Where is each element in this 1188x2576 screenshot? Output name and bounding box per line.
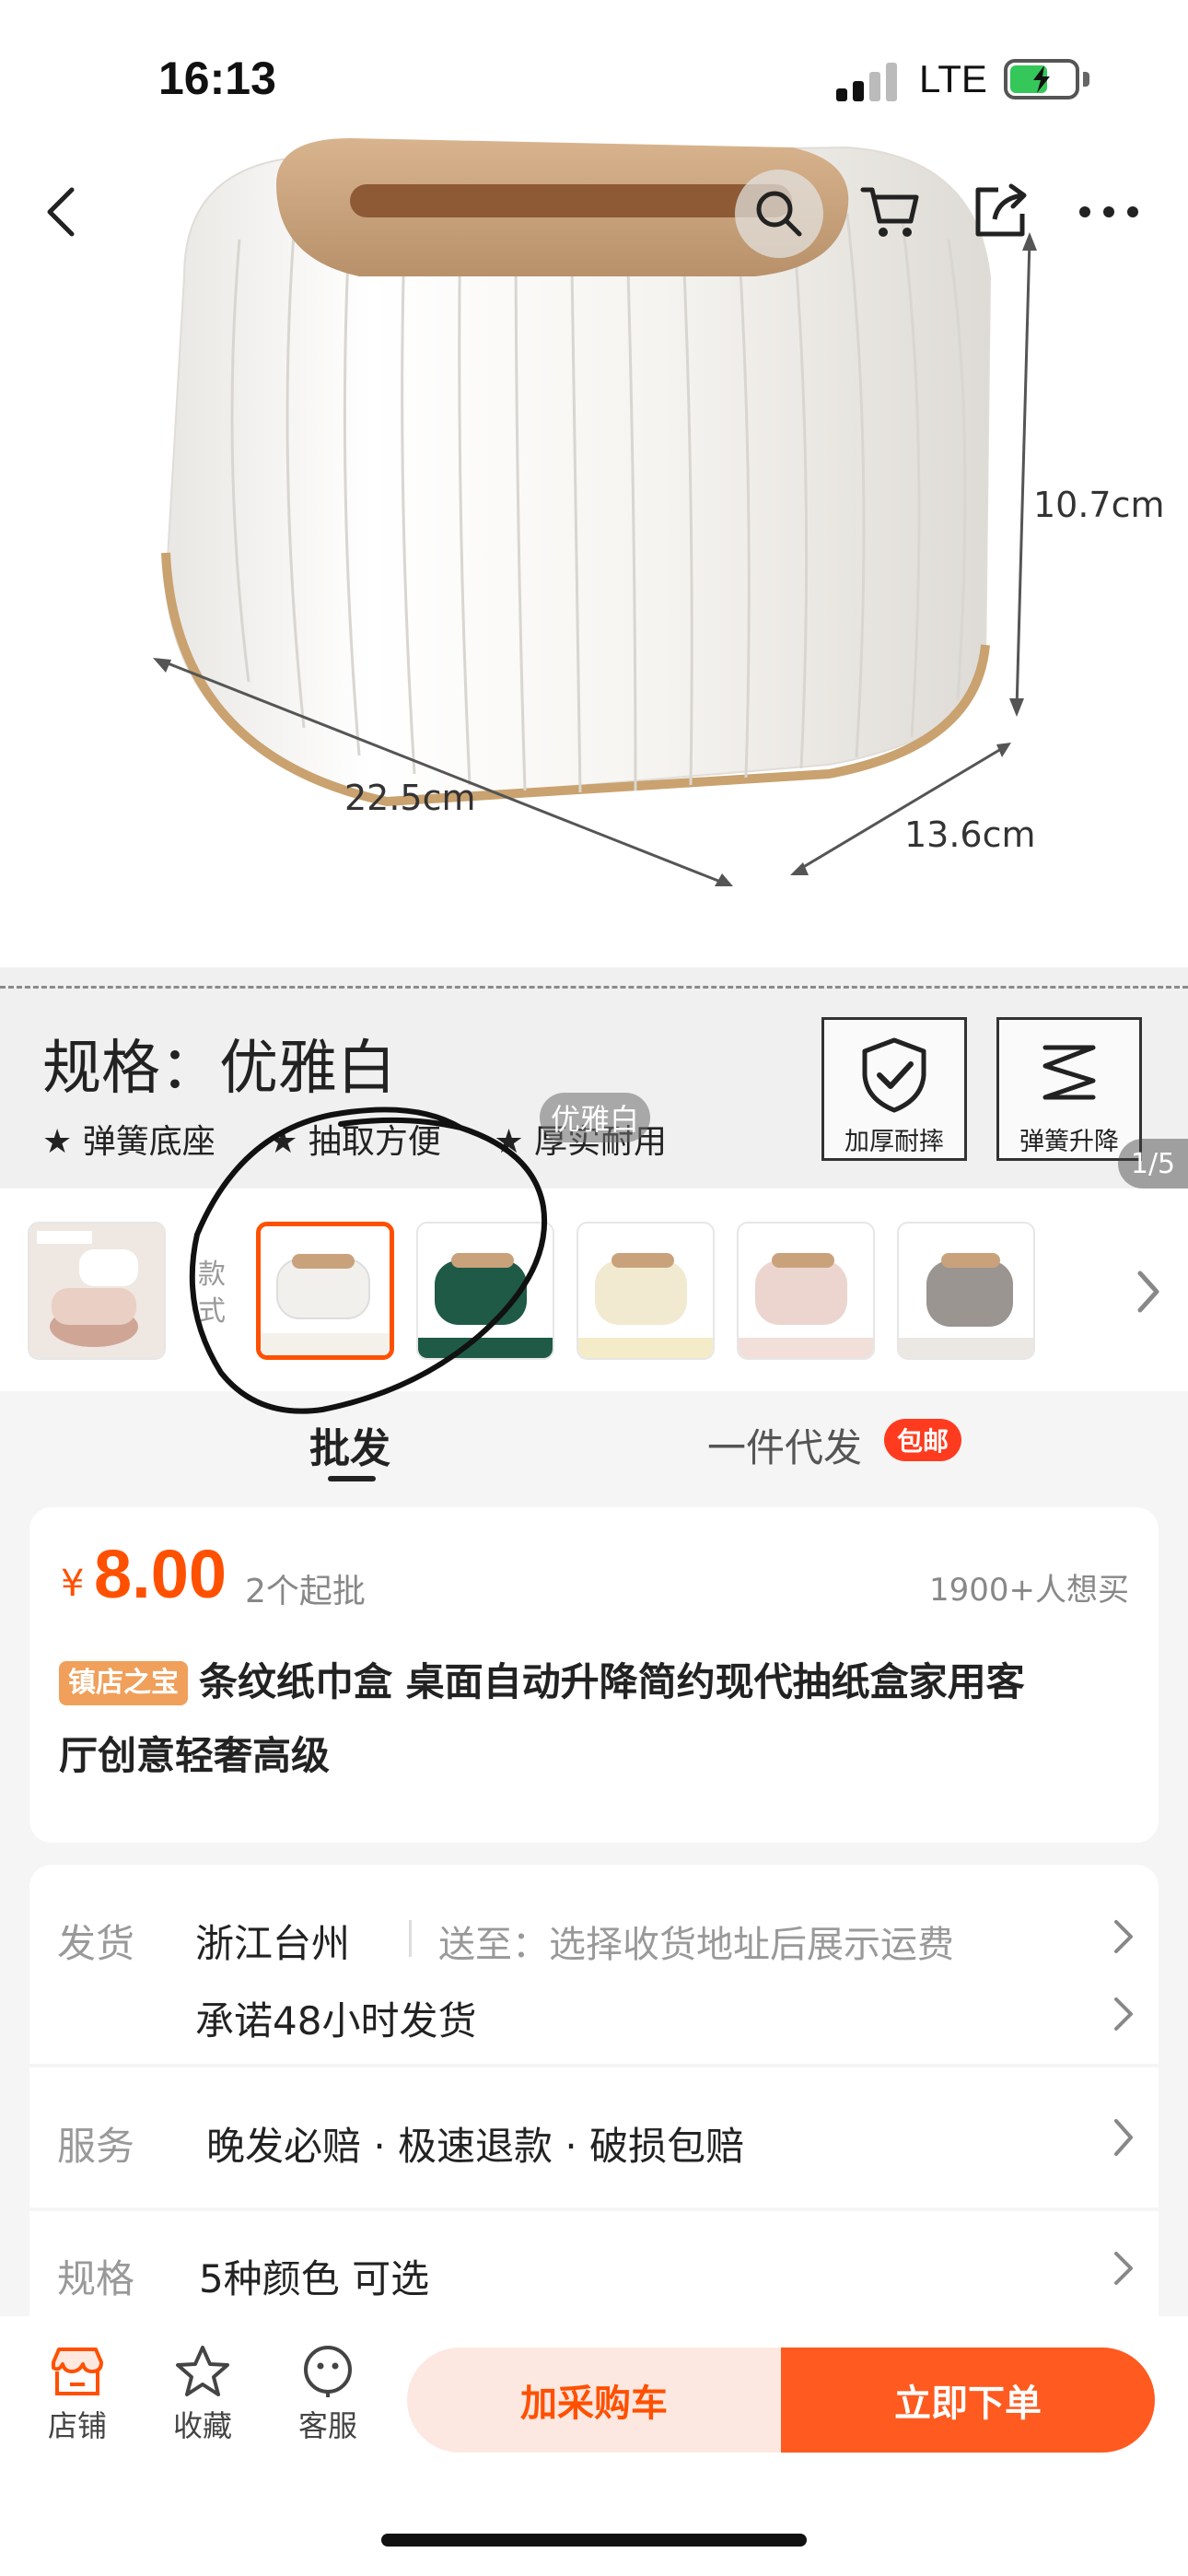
product-title-line2: 厅创意轻奢高级 bbox=[59, 1733, 331, 1778]
tab-active-indicator bbox=[328, 1476, 376, 1481]
ship-promise: 承诺48小时发货 bbox=[195, 1998, 477, 2043]
chevron-left-icon bbox=[47, 187, 75, 237]
spec-value: 5种颜色 可选 bbox=[199, 2256, 430, 2301]
thumbnail-cover[interactable] bbox=[28, 1222, 166, 1360]
feature-item: ★ 抽取方便 bbox=[268, 1123, 441, 1161]
service-value: 晚发必赔 · 极速退款 · 破损包赔 bbox=[206, 2124, 745, 2169]
spec-card[interactable]: 规格 5种颜色 可选 bbox=[29, 2211, 1159, 2322]
shop-treasure-badge: 镇店之宝 bbox=[59, 1661, 188, 1705]
signal-icon bbox=[836, 61, 901, 101]
share-button[interactable] bbox=[963, 175, 1037, 249]
buy-now-button[interactable]: 立即下单 bbox=[781, 2348, 1155, 2453]
shipping-origin: 浙江台州 bbox=[195, 1921, 351, 1966]
shipping-key: 发货 bbox=[57, 1921, 135, 1966]
separator bbox=[409, 1920, 412, 1957]
status-bar: 16:13 LTE bbox=[0, 0, 1188, 157]
badge-label: 加厚耐摔 bbox=[844, 1128, 944, 1156]
service-card[interactable]: 服务 晚发必赔 · 极速退款 · 破损包赔 bbox=[29, 2067, 1159, 2207]
badge-spring: 弹簧升降 bbox=[996, 1017, 1142, 1161]
chevron-right-icon bbox=[1109, 1916, 1136, 1961]
search-icon bbox=[756, 191, 802, 237]
min-order-label: 2个起批 bbox=[245, 1573, 366, 1610]
shipping-card[interactable]: 发货 浙江台州 送至：选择收货地址后展示运费 承诺48小时发货 bbox=[29, 1865, 1159, 2064]
style-label: 款式 bbox=[198, 1259, 226, 1328]
color-tag: 优雅白 bbox=[540, 1093, 651, 1142]
service-key: 服务 bbox=[57, 2124, 135, 2169]
chevron-right-icon bbox=[1109, 2115, 1136, 2163]
thumbnail-gray[interactable] bbox=[897, 1222, 1035, 1360]
add-to-cart-button[interactable]: 加采购车 bbox=[407, 2348, 781, 2453]
dimension-height-label: 10.7cm bbox=[1033, 485, 1165, 525]
free-shipping-badge: 包邮 bbox=[884, 1419, 962, 1461]
star-icon bbox=[176, 2346, 229, 2396]
purchase-mode-tabs: 批发 一件代发 包邮 bbox=[0, 1391, 1188, 1505]
tab-dropship[interactable]: 一件代发 bbox=[707, 1417, 862, 1473]
more-button[interactable] bbox=[1072, 175, 1146, 249]
spring-icon bbox=[1042, 1045, 1096, 1100]
tab-wholesale[interactable]: 批发 bbox=[309, 1415, 390, 1474]
feature-item: ★ 弹簧底座 bbox=[42, 1123, 215, 1161]
network-label: LTE bbox=[919, 57, 987, 100]
thumbnail-white[interactable] bbox=[256, 1222, 394, 1360]
spec-title: 规格：优雅白 bbox=[42, 1035, 396, 1103]
deliver-to: 送至：选择收货地址后展示运费 bbox=[438, 1924, 954, 1966]
chevron-right-icon bbox=[1109, 1994, 1136, 2038]
price-currency: ¥ bbox=[61, 1563, 85, 1605]
back-button[interactable] bbox=[24, 175, 98, 249]
home-indicator bbox=[381, 2534, 807, 2547]
thumbnail-pink[interactable] bbox=[737, 1222, 875, 1360]
support-label: 客服 bbox=[297, 2408, 357, 2443]
page-counter: 1/5 bbox=[1118, 1139, 1188, 1188]
divider bbox=[0, 986, 1188, 989]
share-icon bbox=[975, 183, 1027, 237]
spec-key: 规格 bbox=[57, 2256, 135, 2301]
want-count: 1900+人想买 bbox=[928, 1572, 1129, 1609]
product-title-line1: 条纹纸巾盒 桌面自动升降简约现代抽纸盒家用客 bbox=[199, 1659, 1025, 1704]
cart-icon bbox=[860, 187, 919, 237]
thumbnail-next-button[interactable] bbox=[1129, 1264, 1166, 1323]
support-button[interactable]: 客服 bbox=[282, 2344, 374, 2445]
cart-button[interactable] bbox=[853, 175, 926, 249]
badge-durable: 加厚耐摔 bbox=[821, 1017, 967, 1161]
chevron-right-icon bbox=[1109, 2248, 1136, 2292]
favorite-button[interactable]: 收藏 bbox=[157, 2344, 249, 2445]
thumbnail-cream[interactable] bbox=[577, 1222, 715, 1360]
product-title: 镇店之宝 条纹纸巾盒 桌面自动升降简约现代抽纸盒家用客 bbox=[59, 1655, 1136, 1710]
battery-icon bbox=[1004, 59, 1079, 100]
chat-face-icon bbox=[304, 2346, 352, 2397]
status-time: 16:13 bbox=[158, 53, 276, 104]
search-button[interactable] bbox=[735, 170, 823, 258]
battery-cap bbox=[1083, 72, 1089, 87]
shop-label: 店铺 bbox=[47, 2408, 107, 2443]
thumbnail-green[interactable] bbox=[416, 1222, 554, 1360]
badge-label: 弹簧升降 bbox=[1019, 1128, 1119, 1156]
price-card: ¥ 8.00 2个起批 1900+人想买 镇店之宝 条纹纸巾盒 桌面自动升降简约现… bbox=[29, 1507, 1159, 1843]
shield-check-icon bbox=[862, 1037, 926, 1113]
favorite-label: 收藏 bbox=[172, 2408, 232, 2443]
dimension-width-label: 22.5cm bbox=[344, 778, 476, 818]
shop-button[interactable]: 店铺 bbox=[31, 2344, 123, 2445]
shop-icon bbox=[52, 2348, 103, 2395]
price-value: 8.00 bbox=[94, 1536, 227, 1612]
more-icon bbox=[1079, 206, 1138, 217]
chevron-right-icon bbox=[1137, 1270, 1159, 1313]
sku-thumbnail-strip: 款式 bbox=[0, 1188, 1188, 1391]
dimension-depth-label: 13.6cm bbox=[904, 814, 1036, 855]
